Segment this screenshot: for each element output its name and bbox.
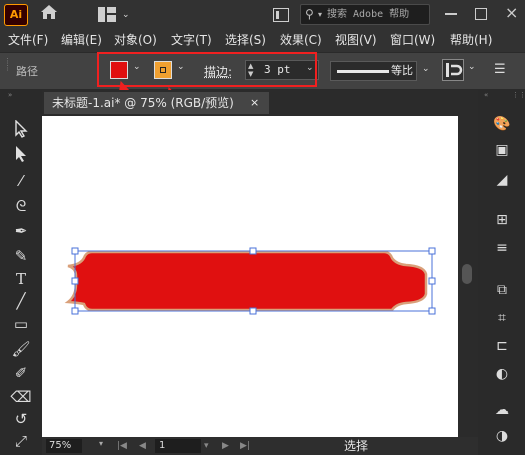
appearance-panel-icon[interactable]: ◑ [491, 426, 513, 446]
canvas-area[interactable] [42, 116, 458, 437]
shaper-tool-icon[interactable]: ✐ [10, 362, 32, 384]
color-panel-icon[interactable]: 🎨 [491, 114, 513, 134]
magic-wand-tool-icon[interactable]: ⁄ [10, 170, 32, 192]
banner-shape[interactable] [64, 250, 428, 312]
transform-panel-icon[interactable]: ⧉ [491, 280, 513, 300]
align-icon[interactable] [442, 59, 464, 81]
menu-file[interactable]: 文件(F) [8, 30, 48, 50]
lasso-tool-icon[interactable]: ᘓ [10, 195, 32, 217]
title-bar [0, 0, 525, 30]
menu-type[interactable]: 文字(T) [171, 30, 212, 50]
scale-tool-icon[interactable]: ⤢ [10, 430, 32, 452]
swatches-panel-icon[interactable]: ▣ [491, 140, 513, 160]
menu-object[interactable]: 对象(O) [114, 30, 157, 50]
maximize-icon[interactable] [475, 8, 487, 20]
last-page-icon[interactable]: ▶| [240, 438, 250, 454]
chevron-down-icon[interactable]: ⌄ [468, 60, 476, 74]
layers-panel-icon[interactable]: ◐ [491, 364, 513, 384]
vertical-scrollbar[interactable] [458, 116, 478, 437]
panel-grip-icon[interactable]: ⋮⋮ [4, 58, 11, 72]
line-tool-icon[interactable]: ╱ [10, 290, 32, 312]
gradient-panel-icon[interactable]: ◢ [491, 170, 513, 190]
first-page-icon[interactable]: |◀ [117, 438, 127, 454]
chevron-down-icon[interactable]: ⌄ [422, 64, 430, 74]
layout-grid-icon[interactable] [98, 7, 116, 22]
panel-collapse-icon[interactable]: « [484, 92, 488, 99]
align-panel-icon[interactable]: ⌗ [491, 308, 513, 328]
close-icon[interactable]: × [505, 3, 518, 22]
rotate-tool-icon[interactable]: ↺ [10, 408, 32, 430]
panel-grip-icon[interactable]: ⋮⋮ [512, 92, 525, 99]
stroke-panel-icon[interactable]: ≡ [491, 238, 513, 258]
symbols-panel-icon[interactable]: ☁ [491, 400, 513, 420]
tools-panel: » ⁄ ᘓ ✒ ✎ T ╱ ▭ 🖌 ✐ ⌫ ↺ ⤢ [0, 90, 42, 455]
profile-line-preview [337, 70, 389, 73]
pen-tool-icon[interactable]: ✒ [10, 220, 32, 242]
search-icon: ⚲ [305, 7, 314, 21]
chevron-down-icon[interactable]: ▾ [99, 439, 103, 448]
direct-selection-tool-icon[interactable] [10, 145, 32, 167]
status-bar: 75% ▾ |◀ ◀ 1 ▾ ▶ ▶| 选择 [42, 437, 478, 455]
selection-tool-icon[interactable] [10, 119, 32, 142]
variable-width-profile[interactable]: 等比 [330, 61, 417, 81]
curvature-tool-icon[interactable]: ✎ [10, 245, 32, 267]
menu-edit[interactable]: 编辑(E) [61, 30, 102, 50]
menu-help[interactable]: 帮助(H) [450, 30, 492, 50]
search-box[interactable]: ⚲ ▾ 搜索 Adobe 帮助 [300, 4, 430, 25]
selection-type-label: 路径 [16, 65, 38, 78]
panel-toggle-icon[interactable] [273, 8, 289, 22]
rectangle-tool-icon[interactable]: ▭ [10, 313, 32, 335]
scrollbar-thumb[interactable] [462, 264, 472, 284]
menu-bar: 文件(F) 编辑(E) 对象(O) 文字(T) 选择(S) 效果(C) 视图(V… [0, 30, 525, 50]
search-input[interactable]: 搜索 Adobe 帮助 [327, 5, 409, 24]
document-tab-label: 未标题-1.ai* @ 75% (RGB/预览) [52, 96, 234, 110]
artboard[interactable] [42, 116, 458, 437]
close-icon[interactable]: × [250, 92, 259, 114]
paintbrush-tool-icon[interactable]: 🖌 [10, 338, 32, 360]
minimize-icon[interactable] [445, 13, 457, 15]
artwork-layer[interactable] [42, 116, 458, 437]
menu-select[interactable]: 选择(S) [225, 30, 266, 50]
panels-dock: « ⋮⋮ 🎨 ▣ ◢ ⊞ ≡ ⧉ ⌗ ⊏ ◐ ☁ ◑ [478, 90, 525, 455]
panel-collapse-icon[interactable]: » [8, 92, 12, 99]
type-tool-icon[interactable]: T [10, 268, 32, 290]
page-field[interactable]: 1 [155, 439, 201, 453]
menu-view[interactable]: 视图(V) [335, 30, 377, 50]
pathfinder-panel-icon[interactable]: ⊏ [491, 336, 513, 356]
panel-menu-icon[interactable]: ☰ [494, 62, 506, 77]
home-icon[interactable] [38, 4, 60, 26]
prev-page-icon[interactable]: ◀ [139, 438, 146, 454]
transparency-panel-icon[interactable]: ⊞ [491, 210, 513, 230]
menu-effect[interactable]: 效果(C) [280, 30, 322, 50]
next-page-icon[interactable]: ▶ [222, 438, 229, 454]
zoom-field[interactable]: 75% [46, 439, 82, 453]
status-tool-label: 选择 [344, 439, 369, 453]
menu-window[interactable]: 窗口(W) [390, 30, 435, 50]
profile-label: 等比 [391, 64, 413, 77]
eraser-tool-icon[interactable]: ⌫ [10, 386, 32, 408]
chevron-down-icon[interactable]: ▾ [204, 438, 209, 454]
chevron-down-icon: ▾ [318, 10, 323, 19]
chevron-down-icon[interactable]: ⌄ [122, 8, 130, 22]
document-tab[interactable]: 未标题-1.ai* @ 75% (RGB/预览) × [44, 92, 269, 114]
app-logo: Ai [4, 4, 28, 26]
